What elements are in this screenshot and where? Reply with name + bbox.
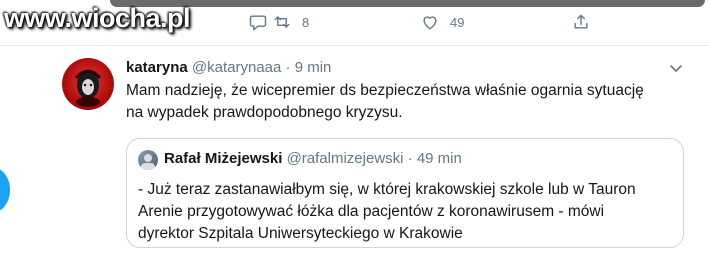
comment-icon (249, 15, 267, 31)
retweet-icon (274, 16, 290, 28)
watermark-logo: www.wiocha.pl (4, 3, 191, 33)
share-icon (574, 14, 588, 29)
user-handle[interactable]: @katarynaaa (192, 59, 281, 76)
separator-dot: · (407, 150, 413, 167)
like-icon (423, 16, 437, 30)
compose-button-edge[interactable] (0, 168, 10, 212)
share-button[interactable] (571, 12, 591, 32)
avatar[interactable] (62, 58, 114, 110)
like-count: 49 (450, 14, 465, 30)
quoted-tweet-header: Rafał Miżejewski @rafalmizejewski · 49 m… (164, 150, 462, 167)
quoted-display-name: Rafał Miżejewski (164, 150, 283, 167)
tweet-text-line: na wypadek prawdopodobnego kryzysu. (126, 104, 403, 121)
quoted-text-line: - Już teraz zastanawiałbym się, w której… (138, 181, 636, 198)
quoted-text-line: dyrektor Szpitala Uniwersyteckiego w Kra… (138, 225, 463, 242)
tweet-text: Mam nadzieję, że wicepremier ds bezpiecz… (126, 80, 696, 124)
reply-button[interactable] (248, 12, 268, 32)
tweet-time[interactable]: 9 min (295, 59, 332, 76)
separator-dot: · (285, 59, 291, 76)
chevron-down-icon[interactable] (668, 60, 684, 76)
tweet-header: kataryna @katarynaaa · 9 min (126, 59, 331, 76)
quoted-user-handle: @rafalmizejewski (286, 150, 404, 167)
retweet-button[interactable]: 8 (272, 12, 309, 32)
like-button[interactable]: 49 (420, 12, 464, 32)
quoted-text-line: Arenie przygotowywać łóżka dla pacjentów… (138, 203, 605, 220)
quoted-tweet[interactable]: Rafał Miżejewski @rafalmizejewski · 49 m… (126, 138, 684, 248)
quoted-tweet-time: 49 min (416, 150, 462, 167)
tweet-text-line: Mam nadzieję, że wicepremier ds bezpiecz… (126, 82, 644, 99)
retweet-count: 8 (302, 14, 310, 30)
tweet-divider (0, 45, 709, 46)
quoted-avatar (138, 150, 158, 170)
quoted-tweet-text: - Już teraz zastanawiałbym się, w której… (138, 179, 678, 245)
previous-tweet-media-edge (110, 0, 705, 7)
display-name[interactable]: kataryna (126, 59, 188, 76)
avatar-image (74, 69, 102, 107)
